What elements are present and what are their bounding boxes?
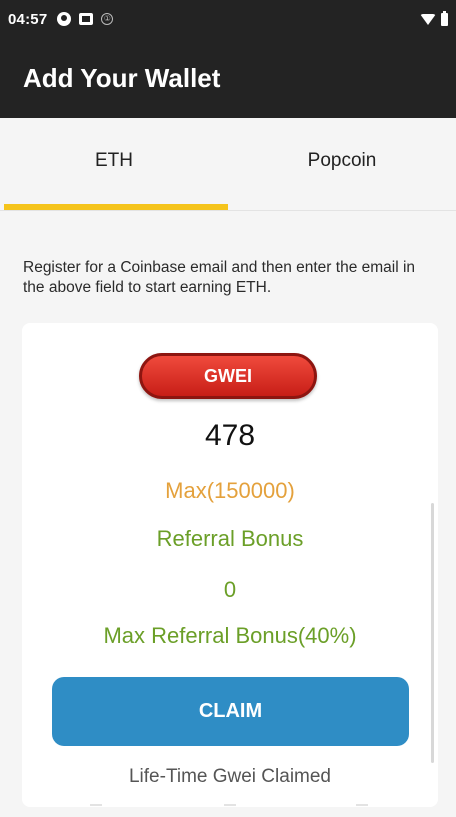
nav-home-hint [224,800,236,806]
page-title: Add Your Wallet [23,62,221,93]
referral-bonus-label: Referral Bonus [156,526,304,551]
nav-recent-hint [356,800,368,806]
lifetime-gwei-claimed-label: Life-Time Gwei Claimed [128,766,331,787]
info-icon: ① [101,13,114,25]
referral-bonus-value: 0 [223,577,237,602]
screen-record-icon [79,13,94,25]
tab-popcoin[interactable]: Popcoin [228,118,456,210]
status-right [420,10,448,26]
gwei-value: 478 [204,419,256,452]
max-referral-bonus-label: Max Referral Bonus(40%) [103,623,357,648]
claim-button[interactable]: CLAIM [52,677,409,746]
nav-back-hint [90,800,102,806]
status-time: 04:57 [8,10,48,28]
status-bar: 04:57 ① [0,0,456,38]
tab-eth-label: ETH [95,150,133,171]
tab-eth[interactable]: ETH [0,118,228,210]
gwei-card: GWEI 478 Max(150000) Referral Bonus 0 Ma… [22,323,438,807]
tab-bar: ETH Popcoin [0,118,456,211]
wifi-icon [420,13,436,25]
circle-app-icon [57,12,72,26]
max-gwei-text: Max(150000) [165,478,295,503]
app-bar: Add Your Wallet [0,38,456,118]
instructions-text: Register for a Coinbase email and then e… [23,259,416,296]
gwei-badge: GWEI [139,353,317,399]
battery-icon [441,10,448,26]
tab-popcoin-label: Popcoin [307,150,377,171]
screen: 04:57 ① Add Your Wallet ETH Popcoin Regi… [0,0,456,817]
